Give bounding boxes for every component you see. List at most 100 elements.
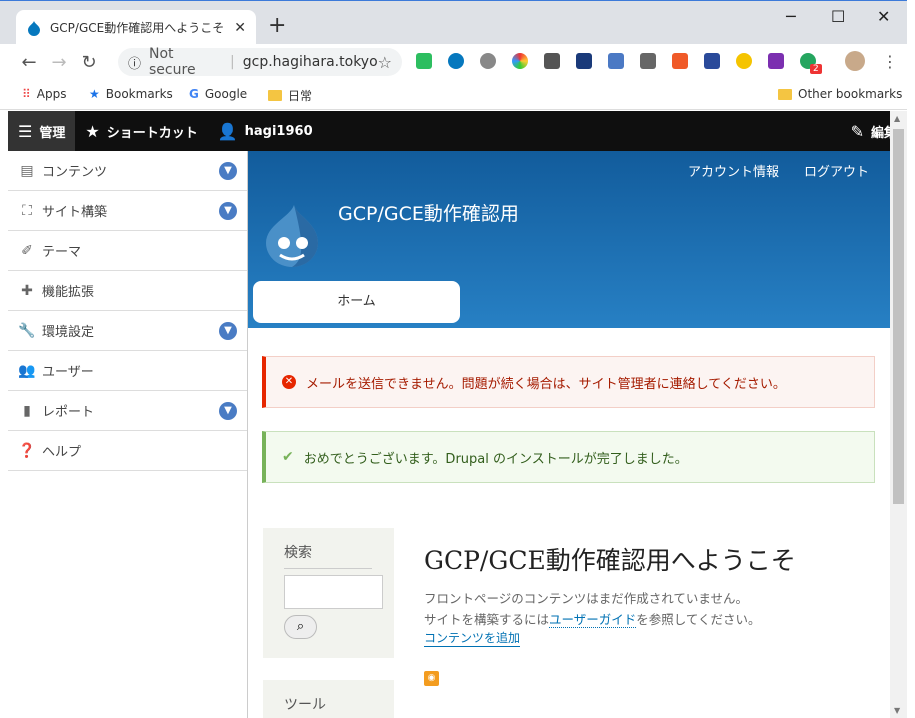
logout-link[interactable]: ログアウト — [804, 161, 869, 180]
window-frame-left — [0, 111, 8, 718]
star-icon: ★ — [85, 121, 100, 141]
intro-line-2: サイトを構築するにはユーザーガイドを参照してください。 — [424, 609, 761, 628]
sidebar-item-help[interactable]: ❓ ヘルプ — [8, 431, 247, 471]
bookmark-star-icon[interactable]: ☆ — [378, 53, 392, 72]
address-separator: | — [230, 54, 235, 70]
toolbar-shortcuts[interactable]: ★ ショートカット — [75, 111, 207, 151]
chevron-down-icon[interactable]: ▼ — [219, 162, 237, 180]
scroll-down-icon[interactable]: ▼ — [894, 706, 900, 715]
chevron-down-icon[interactable]: ▼ — [219, 202, 237, 220]
rss-feed-icon[interactable]: ◉ — [424, 671, 439, 686]
search-block-title: 検索 — [284, 545, 312, 561]
tools-block-title: ツール — [284, 697, 326, 713]
close-window-button[interactable]: ✕ — [877, 7, 890, 26]
hamburger-icon: ☰ — [18, 121, 33, 141]
browser-titlebar: GCP/GCE動作確認用へようこそ | GC ✕ + ─ ☐ ✕ — [0, 0, 915, 45]
back-arrow-icon[interactable]: ← — [14, 52, 44, 73]
tab-home[interactable]: ホーム — [253, 281, 460, 323]
paintbrush-icon: ✐ — [21, 242, 33, 259]
add-content-link[interactable]: コンテンツを追加 — [424, 629, 521, 647]
user-guide-link[interactable]: ユーザーガイド — [549, 612, 637, 628]
reload-icon[interactable]: ↻ — [74, 52, 104, 73]
page-title: GCP/GCE動作確認用へようこそ — [424, 546, 796, 575]
drupal-favicon-icon — [28, 20, 40, 36]
evernote-icon[interactable] — [416, 53, 432, 69]
people-icon: 👥 — [18, 362, 36, 379]
bar-chart-icon: ▮ — [23, 402, 31, 419]
lightbulb-extension-icon[interactable] — [640, 53, 656, 69]
checkmark-icon: ✔ — [282, 449, 294, 465]
sidebar-item-configuration[interactable]: 🔧 環境設定 ▼ — [8, 311, 247, 351]
google-icon: G — [189, 87, 199, 101]
circle-extension-icon[interactable] — [480, 53, 496, 69]
sidebar-item-content[interactable]: ▤ コンテンツ ▼ — [8, 151, 247, 191]
url-text[interactable]: gcp.hagihara.tokyo — [243, 54, 378, 70]
puzzle-icon: ✚ — [21, 282, 33, 299]
apps-grid-icon: ⠿ — [22, 87, 31, 101]
drupal-logo-icon[interactable] — [262, 203, 322, 269]
security-label: Not secure — [149, 46, 196, 78]
search-button[interactable]: ⌕ — [284, 615, 317, 639]
bookmark-folder-label: 日常 — [288, 89, 313, 103]
toolbar-manage-label: 管理 — [39, 125, 66, 141]
search-icon: ⌕ — [296, 619, 305, 634]
intro-line-1: フロントページのコンテンツはまだ作成されていません。 — [424, 591, 749, 606]
browser-menu-icon[interactable]: ⋮ — [882, 52, 898, 71]
chevron-down-icon[interactable]: ▼ — [219, 402, 237, 420]
sidebar-item-extend[interactable]: ✚ 機能拡張 — [8, 271, 247, 311]
bookmark-other-label: Other bookmarks — [798, 87, 903, 101]
bookmarks-bar: ⠿ Apps ★ Bookmarks G Google 日常 Other boo… — [0, 80, 915, 110]
color-extension-icon[interactable] — [512, 53, 528, 69]
search-input[interactable] — [284, 575, 383, 609]
bookmark-other[interactable]: Other bookmarks — [778, 87, 902, 101]
file-icon: ▤ — [20, 162, 34, 179]
account-link[interactable]: アカウント情報 — [688, 161, 779, 180]
sidebar-item-appearance[interactable]: ✐ テーマ — [8, 231, 247, 271]
bookmark-apps[interactable]: ⠿ Apps — [22, 87, 67, 101]
profile-avatar[interactable] — [845, 51, 865, 71]
error-message-text: メールを送信できません。問題が続く場合は、サイト管理者に連絡してください。 — [306, 376, 786, 392]
extension-badge: 2 — [810, 64, 822, 74]
tab-close-icon[interactable]: ✕ — [234, 20, 246, 36]
translate-extension-icon[interactable] — [704, 53, 720, 69]
sidebar-item-structure[interactable]: ⛶ サイト構築 ▼ — [8, 191, 247, 231]
triangle-extension-icon[interactable] — [608, 53, 624, 69]
info-icon[interactable]: ⓘ — [128, 53, 141, 72]
bookmark-bookmarks[interactable]: ★ Bookmarks — [89, 87, 173, 101]
scrollbar-thumb[interactable] — [893, 129, 904, 504]
tab-title: GCP/GCE動作確認用へようこそ | GC — [50, 21, 228, 35]
error-icon: ✕ — [282, 375, 296, 389]
search-block: 検索 ⌕ — [263, 528, 394, 658]
bag-extension-icon[interactable] — [672, 53, 688, 69]
maximize-button[interactable]: ☐ — [831, 7, 845, 26]
bookmark-google-label: Google — [204, 87, 248, 101]
wrench-icon: 🔧 — [18, 322, 36, 339]
star-icon: ★ — [89, 87, 100, 101]
page-scrollbar[interactable]: ▲ ▼ — [890, 111, 907, 718]
sidebar-item-reports[interactable]: ▮ レポート ▼ — [8, 391, 247, 431]
site-name[interactable]: GCP/GCE動作確認用 — [338, 199, 519, 226]
address-bar[interactable]: ⓘ Not secure | gcp.hagihara.tokyo ☆ — [118, 46, 402, 78]
browser-tab[interactable]: GCP/GCE動作確認用へようこそ | GC ✕ — [16, 10, 256, 45]
onenote-icon[interactable] — [768, 53, 784, 69]
block-title-divider — [284, 568, 372, 569]
chevron-down-icon[interactable]: ▼ — [219, 322, 237, 340]
sitemap-icon: ⛶ — [22, 202, 32, 219]
forward-arrow-icon[interactable]: → — [44, 52, 74, 73]
intro-line-2-suffix: を参照してください。 — [636, 612, 761, 627]
scroll-up-icon[interactable]: ▲ — [894, 114, 900, 123]
drupal-extension-icon[interactable] — [448, 53, 464, 69]
bookmark-google[interactable]: G Google — [189, 87, 247, 101]
toolbar-manage[interactable]: ☰ 管理 — [8, 111, 76, 151]
new-tab-button[interactable]: + — [268, 15, 286, 37]
id-extension-icon[interactable] — [576, 53, 592, 69]
hand-extension-icon[interactable] — [736, 53, 752, 69]
bookmark-folder-nichijo[interactable]: 日常 — [268, 87, 312, 104]
toolbar-user[interactable]: 👤 hagi1960 — [208, 111, 323, 151]
folder-icon — [268, 90, 282, 101]
sidebar-item-label: コンテンツ — [42, 165, 108, 180]
mail-extension-icon[interactable] — [544, 53, 560, 69]
minimize-button[interactable]: ─ — [786, 7, 796, 26]
folder-icon — [778, 88, 792, 100]
sidebar-item-people[interactable]: 👥 ユーザー — [8, 351, 247, 391]
